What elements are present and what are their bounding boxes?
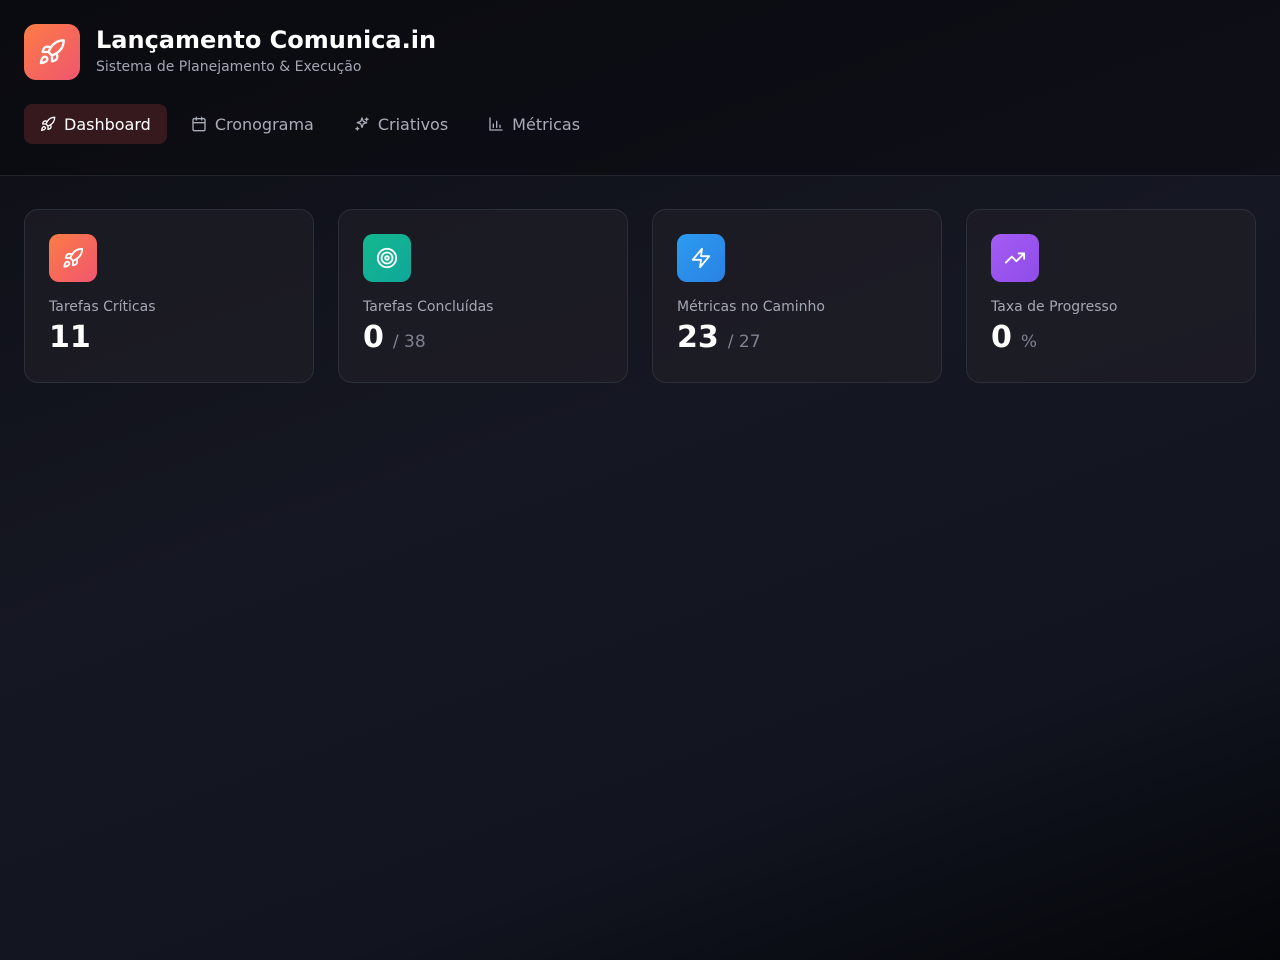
nav-tab-criativos[interactable]: Criativos	[338, 104, 464, 144]
stat-suffix: / 27	[727, 332, 761, 352]
stat-value: 23	[677, 320, 719, 355]
rocket-icon	[38, 38, 66, 66]
card-icon-badge	[363, 234, 411, 282]
nav-tab-label: Dashboard	[64, 114, 151, 134]
calendar-icon	[191, 116, 207, 132]
stat-label: Taxa de Progresso	[991, 299, 1118, 315]
zap-icon	[690, 247, 712, 269]
stat-value: 11	[49, 320, 91, 355]
card-icon-badge	[49, 234, 97, 282]
stat-label: Métricas no Caminho	[677, 299, 825, 315]
app-header: Lançamento Comunica.in Sistema de Planej…	[0, 0, 1280, 176]
rocket-icon	[62, 247, 84, 269]
nav-tab-dashboard[interactable]: Dashboard	[24, 104, 167, 144]
nav-tab-metricas[interactable]: Métricas	[472, 104, 596, 144]
stats-cards: Tarefas Críticas 11 Tarefas Concluídas 0…	[24, 209, 1256, 383]
stat-card-taxa-de-progresso: Taxa de Progresso 0 %	[966, 209, 1256, 383]
stat-card-metricas-no-caminho: Métricas no Caminho 23 / 27	[652, 209, 942, 383]
trending-up-icon	[1004, 247, 1026, 269]
nav-tab-label: Cronograma	[214, 114, 314, 134]
sparkles-icon	[354, 116, 370, 132]
target-icon	[376, 247, 398, 269]
stat-label: Tarefas Concluídas	[363, 299, 494, 315]
nav-tab-cronograma[interactable]: Cronograma	[175, 104, 330, 144]
nav-tab-label: Criativos	[377, 114, 449, 134]
stat-value-row: 11	[49, 320, 91, 355]
stat-card-tarefas-criticas: Tarefas Críticas 11	[24, 209, 314, 383]
rocket-icon	[40, 116, 56, 132]
app-logo	[24, 24, 80, 80]
stat-value-row: 0 / 38	[363, 320, 426, 355]
stat-card-tarefas-concluidas: Tarefas Concluídas 0 / 38	[338, 209, 628, 383]
stat-value-row: 0 %	[991, 320, 1037, 355]
stat-suffix: / 38	[392, 332, 426, 352]
card-icon-badge	[677, 234, 725, 282]
app-title: Lançamento Comunica.in	[96, 26, 437, 54]
stat-label: Tarefas Críticas	[49, 299, 156, 315]
main-nav: Dashboard Cronograma Criativos Métricas	[24, 104, 604, 144]
card-icon-badge	[991, 234, 1039, 282]
bar-chart-icon	[488, 116, 504, 132]
stat-value-row: 23 / 27	[677, 320, 761, 355]
app-subtitle: Sistema de Planejamento & Execução	[96, 59, 362, 75]
stat-value: 0	[363, 320, 384, 355]
stat-suffix: %	[1020, 332, 1038, 352]
nav-tab-label: Métricas	[512, 114, 581, 134]
stat-value: 0	[991, 320, 1012, 355]
